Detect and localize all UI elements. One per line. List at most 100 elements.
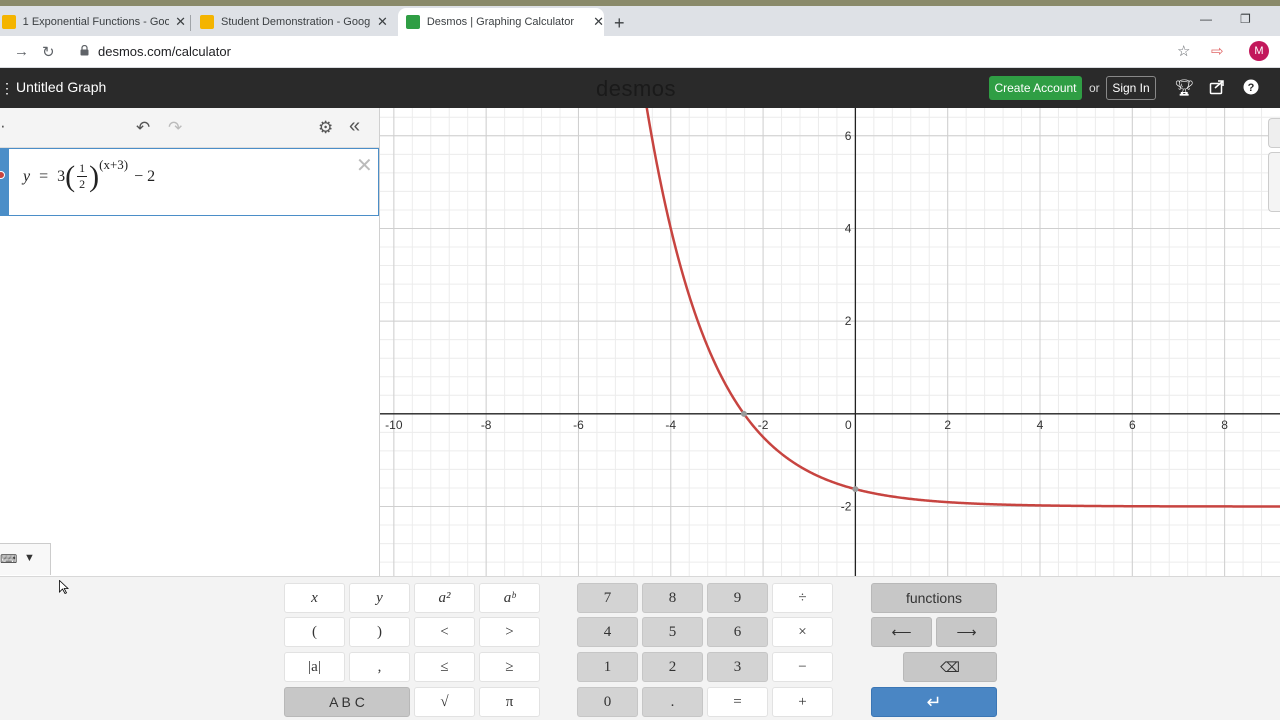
functions-key[interactable]: functions (871, 583, 997, 613)
cursor-right-key[interactable]: ⟶ (936, 617, 997, 647)
tab-title: Desmos | Graphing Calculator (426, 16, 574, 28)
right-paren: ) (89, 159, 100, 193)
expression-fraction: 1 2 (77, 161, 88, 192)
sqrt-key[interactable]: √ (414, 687, 475, 717)
desmos-favicon-icon (406, 15, 420, 29)
five-key[interactable]: 5 (642, 617, 703, 647)
multiply-key[interactable]: × (772, 617, 833, 647)
equals-key[interactable]: = (707, 687, 768, 717)
browser-tab-student-demonstration[interactable]: Student Demonstration - Google ✕ (192, 8, 394, 36)
power-key[interactable]: aᵇ (479, 583, 540, 613)
expression-panel: · ↶ ↷ ⚙ « y = 3 ( 1 2 ) (x+3) − 2 ✕ ⌨ ▼ (0, 108, 380, 576)
tab-separator (190, 15, 191, 31)
zoom-out-button[interactable] (1268, 152, 1280, 212)
abc-keyboard-key[interactable]: A B C (284, 687, 410, 717)
expression-exponent: (x+3) (99, 157, 129, 172)
left-paren: ( (65, 159, 76, 193)
settings-gear-icon[interactable]: ⚙ (318, 118, 333, 138)
divide-key[interactable]: ÷ (772, 583, 833, 613)
trophy-icon[interactable]: 🏆︎ (1174, 78, 1194, 98)
browser-tab-exponential-functions[interactable]: 1 Exponential Functions - Google ✕ (0, 8, 186, 36)
profile-avatar[interactable]: M (1249, 41, 1269, 61)
x-tick-label: 0 (845, 418, 852, 432)
keyboard-icon: ⌨ (0, 552, 18, 566)
x-tick-label: -10 (385, 418, 403, 432)
close-tab-icon[interactable]: ✕ (175, 14, 186, 30)
zoom-in-button[interactable] (1268, 118, 1280, 148)
backspace-key[interactable]: ⌫ (903, 652, 997, 682)
comma-key[interactable]: , (349, 652, 410, 682)
y-tick-label: 6 (845, 129, 852, 143)
expression-row[interactable]: y = 3 ( 1 2 ) (x+3) − 2 ✕ (0, 148, 379, 216)
two-key[interactable]: 2 (642, 652, 703, 682)
caret-down-icon: ▼ (24, 552, 35, 564)
three-key[interactable]: 3 (707, 652, 768, 682)
graph-zoom-controls[interactable] (1268, 110, 1280, 212)
graph-paper[interactable]: -10 -8 -6 -4 -2 0 2 4 6 8 6 4 2 -2 (380, 108, 1280, 576)
sign-in-button[interactable]: Sign In (1106, 76, 1156, 100)
desmos-header: ⋮ Untitled Graph desmos Create Account o… (0, 68, 1280, 108)
extension-icon[interactable]: ⇨ (1211, 42, 1224, 60)
x-tick-label: 4 (1037, 418, 1044, 432)
expression-math[interactable]: y = 3 ( 1 2 ) (x+3) − 2 (23, 157, 156, 193)
lock-icon (80, 45, 89, 56)
expression-tail: − 2 (134, 167, 156, 185)
squared-key[interactable]: a² (414, 583, 475, 613)
open-paren-key[interactable]: ( (284, 617, 345, 647)
help-icon[interactable]: ? (1243, 79, 1259, 95)
or-separator-text: or (1089, 81, 1100, 95)
bookmark-star-icon[interactable]: ☆ (1177, 42, 1190, 60)
address-bar-url[interactable]: desmos.com/calculator (98, 44, 231, 59)
x-key[interactable]: x (284, 583, 345, 613)
expression-equals: = (39, 167, 49, 185)
expression-color-tab[interactable] (1, 149, 9, 215)
graph-title[interactable]: Untitled Graph (16, 79, 106, 95)
six-key[interactable]: 6 (707, 617, 768, 647)
eight-key[interactable]: 8 (642, 583, 703, 613)
mouse-pointer-icon (59, 580, 69, 594)
add-item-icon[interactable]: · (0, 116, 6, 136)
less-equal-key[interactable]: ≤ (414, 652, 475, 682)
share-icon[interactable] (1209, 79, 1225, 95)
math-keypad: x y a² aᵇ () < > |a|, ≤ ≥ A B C √ π 7 8 9 ÷ 4 5 6 × 1 2 3− 0. = + f… (0, 576, 1280, 720)
undo-icon[interactable]: ↶ (136, 118, 150, 138)
hamburger-menu-icon[interactable]: ⋮ (0, 80, 14, 97)
close-tab-icon[interactable]: ✕ (593, 14, 604, 30)
close-paren-key[interactable]: ) (349, 617, 410, 647)
create-account-button[interactable]: Create Account (989, 76, 1082, 100)
tab-title: Student Demonstration - Google (221, 16, 371, 28)
nine-key[interactable]: 9 (707, 583, 768, 613)
redo-icon[interactable]: ↷ (168, 118, 182, 138)
x-intercept-point (740, 410, 747, 417)
x-tick-label: 2 (944, 418, 951, 432)
minus-key[interactable]: − (772, 652, 833, 682)
x-tick-label: -4 (665, 418, 676, 432)
enter-key[interactable]: ↵ (871, 687, 997, 717)
browser-tab-desmos[interactable]: Desmos | Graphing Calculator ✕ (398, 8, 604, 36)
minimize-window-icon[interactable]: — (1200, 12, 1212, 26)
one-key[interactable]: 1 (577, 652, 638, 682)
reload-icon[interactable]: ↻ (42, 43, 55, 61)
forward-arrow-icon[interactable]: → (14, 43, 29, 60)
delete-expression-icon[interactable]: ✕ (356, 153, 373, 178)
greater-than-key[interactable]: > (479, 617, 540, 647)
keypad-toggle-button[interactable]: ⌨ ▼ (0, 543, 51, 575)
decimal-key[interactable]: . (642, 687, 703, 717)
new-tab-icon[interactable]: + (614, 13, 625, 34)
abs-value-key[interactable]: |a| (284, 652, 345, 682)
cursor-left-key[interactable]: ⟵ (871, 617, 932, 647)
restore-window-icon[interactable]: ❐ (1240, 12, 1251, 26)
browser-tab-bar: 1 Exponential Functions - Google ✕ Stude… (0, 6, 1280, 36)
close-tab-icon[interactable]: ✕ (377, 14, 388, 30)
greater-equal-key[interactable]: ≥ (479, 652, 540, 682)
four-key[interactable]: 4 (577, 617, 638, 647)
less-than-key[interactable]: < (414, 617, 475, 647)
collapse-panel-icon[interactable]: « (349, 115, 360, 138)
y-key[interactable]: y (349, 583, 410, 613)
pi-key[interactable]: π (479, 687, 540, 717)
zero-key[interactable]: 0 (577, 687, 638, 717)
y-intercept-point (852, 486, 859, 493)
seven-key[interactable]: 7 (577, 583, 638, 613)
plus-key[interactable]: + (772, 687, 833, 717)
tab-title: 1 Exponential Functions - Google (22, 16, 170, 28)
